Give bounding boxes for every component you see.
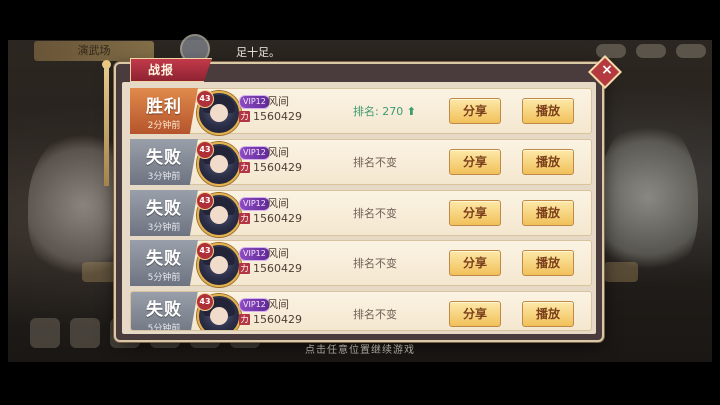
player-avatar[interactable]: 43 xyxy=(196,293,241,330)
result-banner: 失败 3分钟前 xyxy=(130,190,198,236)
replay-button[interactable]: 播放 xyxy=(522,200,574,226)
rank-text: 排名不变 xyxy=(353,308,397,321)
power-value: 1560429 xyxy=(253,313,302,326)
player-name: 风间 xyxy=(267,197,289,210)
vip-badge: VIP12 xyxy=(239,298,270,312)
scroll-pole-icon xyxy=(104,66,109,186)
player-avatar[interactable]: 43 xyxy=(196,192,241,237)
power-icon: 力 xyxy=(239,314,250,325)
avatar-face-icon xyxy=(210,104,228,122)
level-badge: 43 xyxy=(196,141,214,159)
result-label: 失败 xyxy=(146,248,182,269)
level-badge: 43 xyxy=(196,90,214,108)
rank-text: 排名不变 xyxy=(353,156,397,169)
player-avatar[interactable]: 43 xyxy=(196,90,241,135)
result-time: 3分钟前 xyxy=(147,171,181,182)
power-value: 1560429 xyxy=(253,262,302,275)
rank-status: 排名不变 xyxy=(353,205,417,221)
result-banner: 胜利 2分钟前 xyxy=(130,88,198,134)
battle-record-row: 失败 3分钟前 43 VIP12 风间 力 1560429 排名不变 分享 播放 xyxy=(130,139,592,186)
power-value: 1560429 xyxy=(253,161,302,174)
share-button[interactable]: 分享 xyxy=(449,200,501,226)
result-banner: 失败 3分钟前 xyxy=(130,139,198,185)
avatar-face-icon xyxy=(210,206,228,224)
player-avatar[interactable]: 43 xyxy=(196,141,241,186)
result-time: 5分钟前 xyxy=(147,272,181,283)
result-banner: 失败 5分钟前 xyxy=(130,240,198,286)
battle-record-row: 失败 5分钟前 43 VIP12 风间 力 1560429 排名不变 分享 播放 xyxy=(130,240,592,287)
rank-up-arrow-icon: ⬆ xyxy=(406,105,416,118)
vip-badge: VIP12 xyxy=(239,247,270,261)
player-name: 风间 xyxy=(267,298,289,311)
replay-button[interactable]: 播放 xyxy=(522,98,574,124)
rank-status: 排名不变 xyxy=(353,255,417,271)
power-icon: 力 xyxy=(239,263,250,274)
result-label: 胜利 xyxy=(146,96,182,117)
background-top-right-buttons xyxy=(596,44,706,58)
vip-badge: VIP12 xyxy=(239,197,270,211)
player-name: 风间 xyxy=(267,146,289,159)
result-time: 3分钟前 xyxy=(147,222,181,233)
player-name: 风间 xyxy=(267,95,289,108)
background-top-text: 足十足。 xyxy=(236,46,280,59)
level-badge: 43 xyxy=(196,242,214,260)
battle-record-row: 失败 3分钟前 43 VIP12 风间 力 1560429 排名不变 分享 播放 xyxy=(130,190,592,237)
vip-badge: VIP12 xyxy=(239,146,270,160)
level-badge: 43 xyxy=(196,192,214,210)
rank-status: 排名不变 xyxy=(353,306,417,322)
dialog-title: 战报 xyxy=(148,63,175,77)
share-button[interactable]: 分享 xyxy=(449,98,501,124)
rank-text: 排名: 270 xyxy=(353,105,404,118)
result-time: 5分钟前 xyxy=(147,323,181,331)
power-value: 1560429 xyxy=(253,212,302,225)
rank-text: 排名不变 xyxy=(353,257,397,270)
close-icon[interactable]: × xyxy=(597,58,617,82)
vip-badge: VIP12 xyxy=(239,95,270,109)
continue-hint: 点击任意位置继续游戏 xyxy=(305,345,415,356)
share-button[interactable]: 分享 xyxy=(449,301,501,327)
rank-status: 排名不变 xyxy=(353,154,417,170)
background-right-button xyxy=(604,262,638,282)
result-label: 失败 xyxy=(146,299,182,320)
player-name: 风间 xyxy=(267,247,289,260)
avatar-face-icon xyxy=(210,155,228,173)
battle-record-row: 胜利 2分钟前 43 VIP12 风间 力 1560429 排名: 270 ⬆ … xyxy=(130,88,592,135)
power-icon: 力 xyxy=(239,162,250,173)
background-left-button xyxy=(82,262,116,282)
power-icon: 力 xyxy=(239,213,250,224)
share-button[interactable]: 分享 xyxy=(449,149,501,175)
rank-text: 排名不变 xyxy=(353,207,397,220)
rank-status: 排名: 270 ⬆ xyxy=(353,103,417,119)
power-icon: 力 xyxy=(239,111,250,122)
player-avatar[interactable]: 43 xyxy=(196,242,241,287)
result-banner: 失败 5分钟前 xyxy=(131,292,198,331)
share-button[interactable]: 分享 xyxy=(449,250,501,276)
level-badge: 43 xyxy=(196,293,214,311)
power-value: 1560429 xyxy=(253,110,302,123)
replay-button[interactable]: 播放 xyxy=(522,250,574,276)
replay-button[interactable]: 播放 xyxy=(522,149,574,175)
result-label: 失败 xyxy=(146,147,182,168)
result-label: 失败 xyxy=(146,198,182,219)
avatar-face-icon xyxy=(210,256,228,274)
background-character-right xyxy=(598,118,698,278)
avatar-face-icon xyxy=(210,307,228,325)
battle-record-row: 失败 5分钟前 43 VIP12 风间 力 1560429 排名不变 分享 播放 xyxy=(130,291,592,331)
replay-button[interactable]: 播放 xyxy=(522,301,574,327)
result-time: 2分钟前 xyxy=(147,120,181,131)
